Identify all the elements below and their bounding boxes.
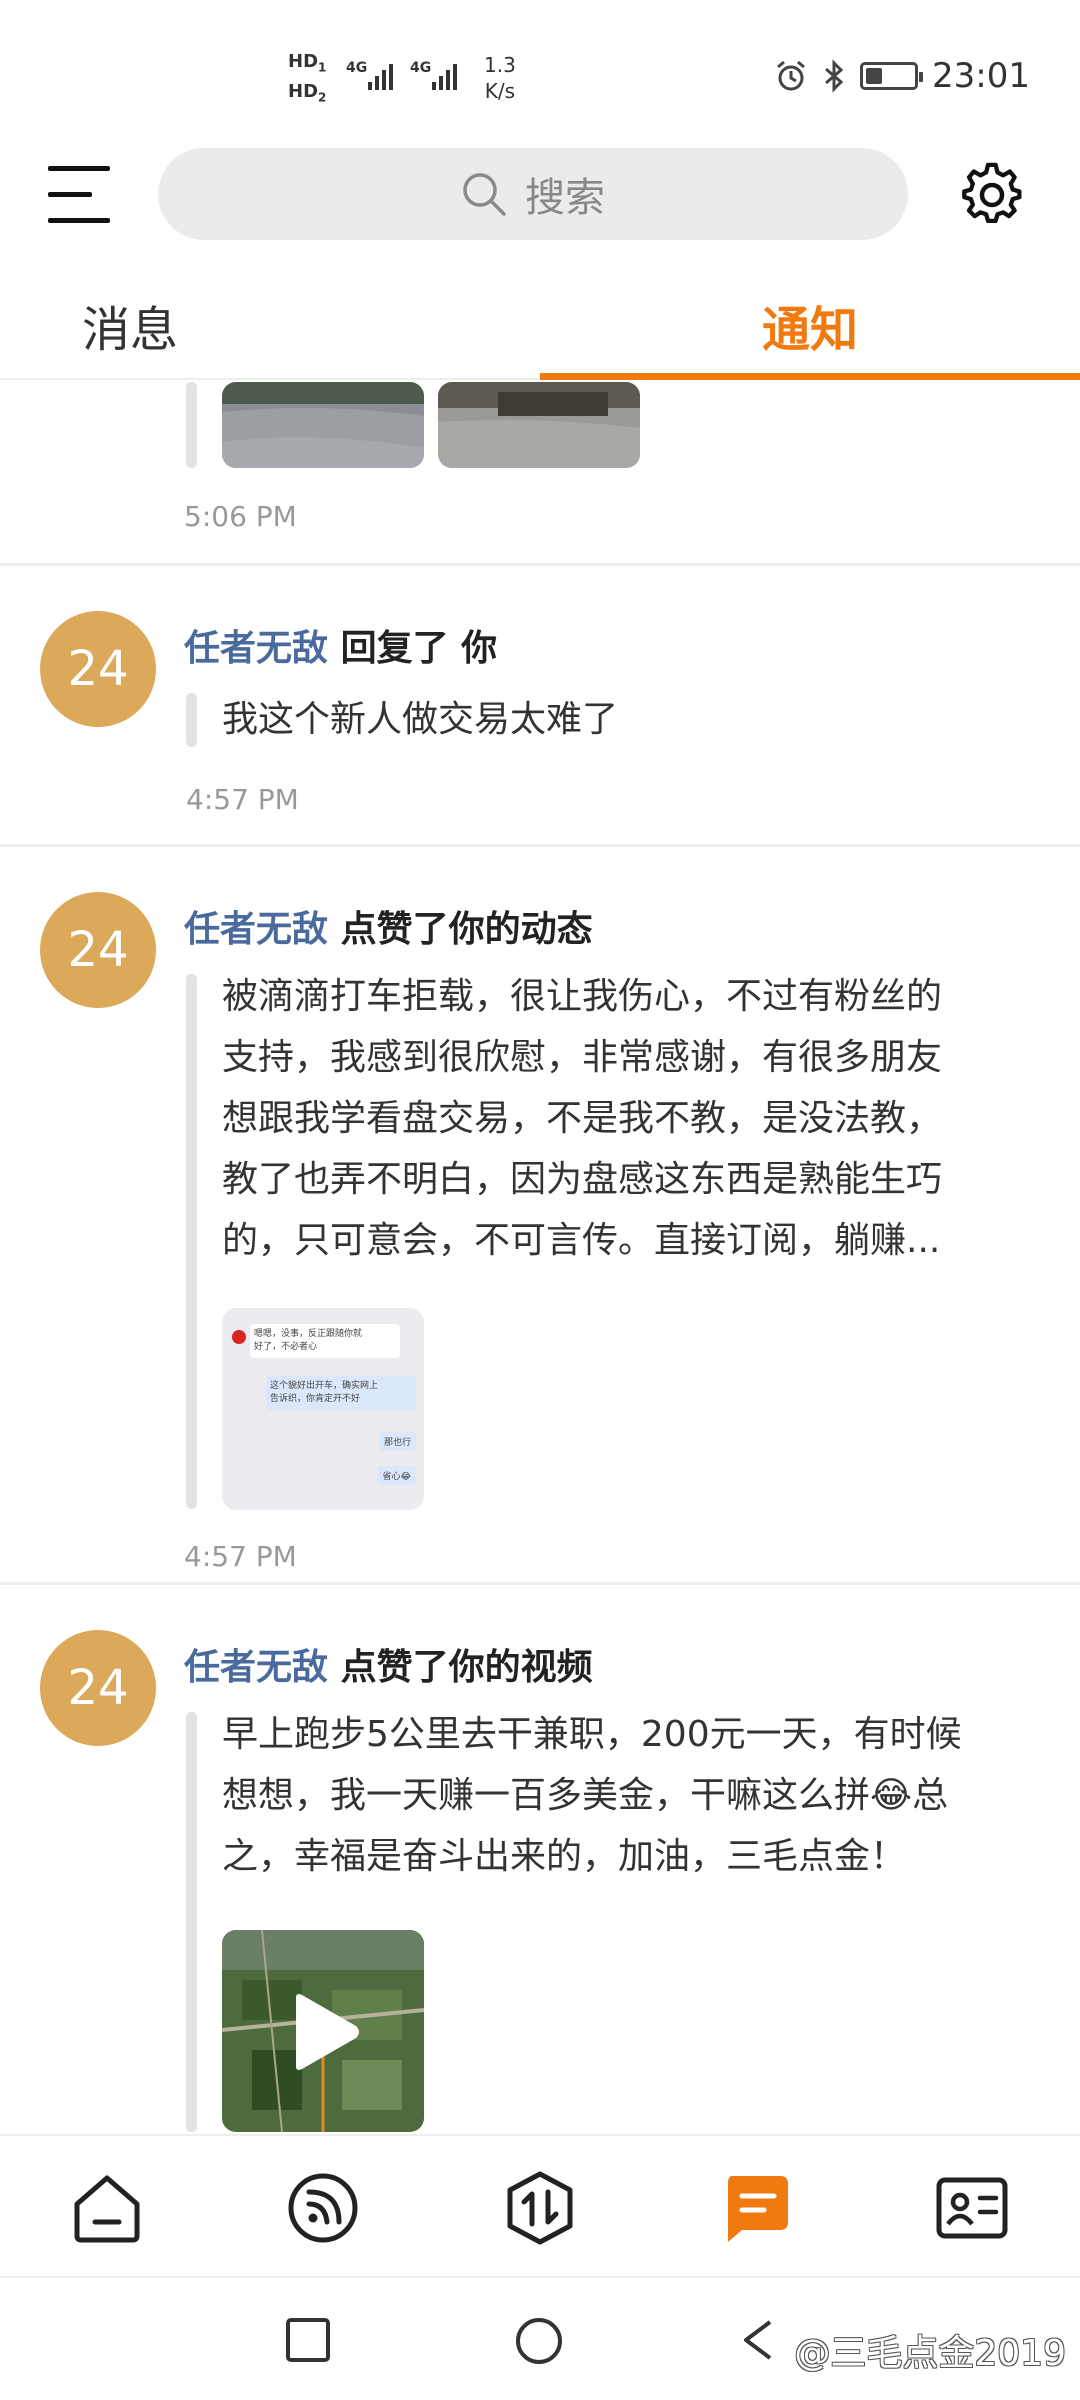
list-item[interactable]: 24 任者无敌 点赞了你的视频 早上跑步5公里去干兼职，200元一天，有时候 想… (0, 1588, 1080, 2134)
system-navigation: @三毛点金2019 (0, 2276, 1080, 2400)
image-thumbnail[interactable] (222, 382, 424, 468)
square-icon[interactable] (284, 2316, 332, 2364)
tab-bar: 消息 通知 (0, 280, 1080, 380)
image-thumbnail[interactable] (438, 382, 640, 468)
back-icon[interactable] (738, 2316, 778, 2364)
signal-icon-sim2: 4G (410, 60, 457, 90)
notification-headline: 任者无敌 点赞了你的动态 (184, 900, 593, 952)
list-item[interactable]: 5:06 PM (0, 382, 1080, 566)
hd-indicator: HD1 HD2 (288, 51, 327, 105)
tab-messages[interactable]: 消息 (0, 290, 400, 360)
svg-text:4G: 4G (346, 60, 367, 76)
gear-icon[interactable] (960, 162, 1024, 226)
chat-screenshot-thumbnail[interactable]: 嗯嗯，没事，反正跟随你就 好了，不必者心 这个貌好出开车，确实网上 告诉织，你肯… (222, 1308, 424, 1510)
network-speed: 1.3 K/s (484, 53, 516, 103)
circle-icon[interactable] (514, 2316, 564, 2366)
battery-icon (860, 62, 924, 90)
username-link[interactable]: 任者无敌 (184, 1647, 328, 1688)
list-item[interactable]: 24 任者无敌 回复了 你 我这个新人做交易太难了 4:57 PM (0, 569, 1080, 847)
notification-headline: 任者无敌 点赞了你的视频 (184, 1638, 593, 1690)
menu-button[interactable] (48, 166, 110, 224)
search-placeholder: 搜索 (525, 175, 605, 221)
search-bar[interactable]: 搜索 (158, 148, 908, 240)
timestamp: 5:06 PM (184, 500, 297, 533)
profile-card-icon[interactable] (934, 2170, 1010, 2246)
list-item[interactable]: 24 任者无敌 点赞了你的动态 被滴滴打车拒载，很让我伤心，不过有粉丝的 支持，… (0, 850, 1080, 1585)
hamburger-icon (48, 166, 110, 171)
watermark: @三毛点金2019 (794, 2333, 1066, 2374)
message-icon[interactable] (718, 2170, 794, 2246)
username-link[interactable]: 任者无敌 (184, 909, 328, 950)
tab-notifications[interactable]: 通知 (540, 290, 1080, 360)
status-bar: HD1 HD2 4G 4G 1.3 K/s 23:01 (0, 0, 1080, 140)
signal-icon-sim1: 4G (346, 60, 393, 90)
bluetooth-icon (825, 59, 844, 93)
username-link[interactable]: 任者无敌 (184, 628, 328, 669)
action-text: 点赞了你的动态 (340, 909, 593, 950)
alarm-icon (777, 60, 805, 91)
timestamp: 4:57 PM (184, 1540, 297, 1573)
trade-icon[interactable] (502, 2170, 578, 2246)
action-text: 点赞了你的视频 (340, 1647, 593, 1688)
quoted-content: 我这个新人做交易太难了 (222, 699, 619, 740)
avatar[interactable]: 24 (40, 1630, 156, 1746)
timestamp: 4:57 PM (186, 783, 299, 816)
video-thumbnail[interactable] (222, 1930, 424, 2132)
bottom-navigation (0, 2134, 1080, 2276)
svg-text:4G: 4G (410, 60, 431, 76)
home-icon[interactable] (69, 2170, 145, 2246)
avatar[interactable]: 24 (40, 611, 156, 727)
avatar[interactable]: 24 (40, 892, 156, 1008)
quoted-content: 早上跑步5公里去干兼职，200元一天，有时候 想想，我一天赚一百多美金，干嘛这么… (222, 1714, 962, 1877)
quoted-content: 被滴滴打车拒载，很让我伤心，不过有粉丝的 支持，我感到很欣慰，非常感谢，有很多朋… (222, 976, 943, 1261)
feed-icon[interactable] (285, 2170, 361, 2246)
action-text: 回复了 你 (340, 628, 498, 669)
notification-headline: 任者无敌 回复了 你 (184, 619, 497, 671)
notification-feed[interactable]: 5:06 PM 24 任者无敌 回复了 你 我这个新人做交易太难了 4:57 P… (0, 382, 1080, 2134)
play-icon[interactable] (288, 1992, 362, 2072)
clock: 23:01 (932, 56, 1030, 96)
search-icon (463, 173, 506, 216)
active-tab-indicator (540, 373, 1080, 380)
